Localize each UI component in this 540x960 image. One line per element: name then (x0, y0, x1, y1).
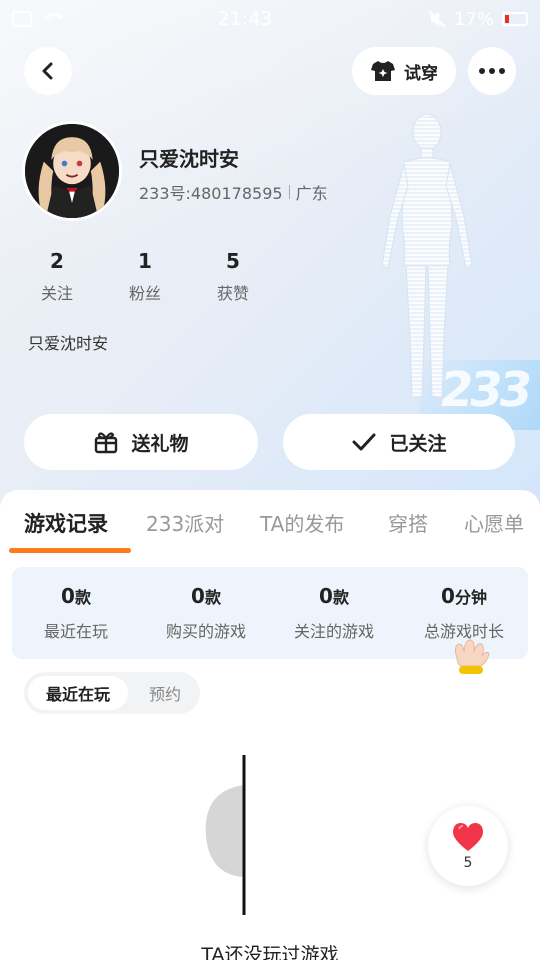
send-gift-button[interactable]: 送礼物 (24, 414, 258, 470)
game-stat-label: 购买的游戏 (165, 622, 246, 641)
stat-label: 粉丝 (128, 284, 161, 303)
notification-icon (12, 11, 32, 27)
tshirt-icon (371, 61, 395, 81)
send-gift-label: 送礼物 (131, 432, 189, 455)
like-count: 5 (463, 855, 473, 871)
avatar-image (25, 124, 119, 218)
profile-bio: 只爱沈时安 (28, 334, 109, 353)
battery-percent: 17% (453, 8, 494, 30)
tab-ta-posts[interactable]: TA的发布 (260, 508, 344, 537)
heart-icon (452, 823, 484, 851)
game-stat-label: 最近在玩 (43, 622, 108, 641)
status-time: 21:43 (217, 8, 273, 30)
avatar[interactable] (22, 121, 122, 221)
following-button[interactable]: 已关注 (283, 414, 515, 470)
battery-icon (502, 12, 528, 26)
stat-value: 5 (226, 249, 240, 273)
game-stat-playtime[interactable]: 0分钟 总游戏时长 (414, 584, 514, 642)
segment-control: 最近在玩 预约 (24, 672, 200, 714)
tab-wishlist[interactable]: 心愿单 (464, 508, 524, 537)
divider (288, 185, 290, 199)
status-bar: 21:43 17% (0, 0, 540, 38)
game-stat-value: 0分钟 (441, 584, 487, 608)
tab-233-party[interactable]: 233派对 (146, 508, 224, 537)
chevron-left-icon (42, 62, 53, 80)
tab-outfits[interactable]: 穿搭 (388, 508, 428, 537)
empty-state-text: TA还没玩过游戏 (201, 944, 339, 960)
account-id: 233号:480178595 (139, 184, 283, 203)
waving-hand-icon (454, 639, 490, 674)
following-label: 已关注 (389, 432, 447, 455)
profile-account: 233号:480178595 广东 (139, 180, 328, 204)
region: 广东 (295, 184, 328, 203)
game-stat-recent[interactable]: 0款 最近在玩 (34, 584, 118, 642)
mute-icon (428, 10, 446, 28)
avatar-figure[interactable] (372, 106, 482, 412)
more-dots-icon (479, 68, 505, 74)
game-stat-purchased[interactable]: 0款 购买的游戏 (156, 584, 256, 642)
gift-icon (95, 432, 118, 454)
like-button[interactable]: 5 (428, 806, 508, 886)
profile-nickname: 只爱沈时安 (139, 147, 239, 171)
checkmark-icon (352, 433, 376, 451)
tab-bar: 游戏记录 233派对 TA的发布 穿搭 心愿单 (0, 508, 540, 548)
content-panel (0, 490, 540, 960)
more-button[interactable] (468, 47, 516, 95)
tab-game-records[interactable]: 游戏记录 (24, 508, 108, 538)
segment-recent[interactable]: 最近在玩 (28, 676, 128, 710)
stat-likes[interactable]: 5 获赞 (193, 250, 273, 304)
stat-followers[interactable]: 1 粉丝 (105, 250, 185, 304)
segment-reserve[interactable]: 预约 (134, 676, 196, 710)
empty-state-illustration (205, 755, 246, 915)
game-stat-value: 0款 (319, 584, 349, 608)
game-stat-label: 关注的游戏 (293, 622, 374, 641)
try-on-label: 试穿 (404, 63, 438, 84)
game-stat-value: 0款 (191, 584, 221, 608)
stat-label: 关注 (40, 284, 73, 303)
stat-value: 2 (50, 249, 64, 273)
game-stat-value: 0款 (61, 584, 91, 608)
wifi-icon (40, 11, 62, 27)
try-on-button[interactable]: 试穿 (352, 47, 456, 95)
stat-value: 1 (138, 249, 152, 273)
stat-following[interactable]: 2 关注 (17, 250, 97, 304)
tab-indicator (9, 548, 131, 553)
stat-label: 获赞 (216, 284, 249, 303)
game-stat-followed[interactable]: 0款 关注的游戏 (284, 584, 384, 642)
back-button[interactable] (24, 47, 72, 95)
